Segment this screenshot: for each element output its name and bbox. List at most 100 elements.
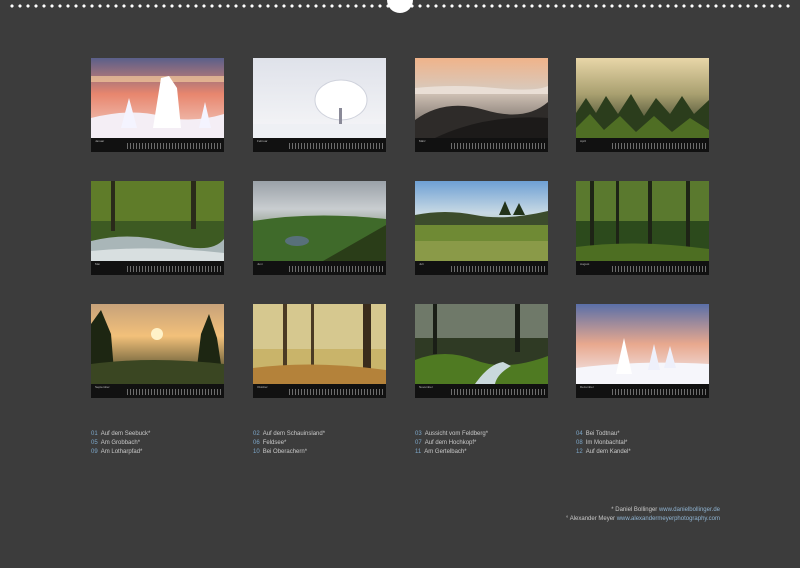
month-label: Dezember — [580, 385, 594, 389]
caption-text: Bei Oberachern* — [262, 449, 308, 455]
month-tile-january[interactable]: Januar — [91, 58, 224, 152]
credit-url-link[interactable]: www.danielbollinger.de — [659, 507, 720, 513]
caption-number: 06 — [253, 440, 260, 446]
caption-line: 07 Auf dem Hochkopf* — [415, 439, 565, 448]
photo-credits: * Daniel Bollinger www.danielbollinger.d… — [566, 506, 720, 524]
photo-march — [415, 58, 548, 138]
calendar-strip-september: September — [91, 384, 224, 398]
month-tile-june[interactable]: Juni — [253, 181, 386, 275]
caption-number: 09 — [91, 449, 98, 455]
month-tile-september[interactable]: September — [91, 304, 224, 398]
caption-text: Feldsee* — [262, 440, 287, 446]
calendar-strip-november: November — [415, 384, 548, 398]
caption-line: 10 Bei Oberachern* — [253, 448, 403, 457]
month-label: August — [580, 262, 590, 266]
calendar-strip-march: März — [415, 138, 548, 152]
day-row — [612, 389, 706, 395]
photo-august — [576, 181, 709, 261]
caption-line: 09 Am Lotharpfad* — [91, 448, 241, 457]
caption-number: 02 — [253, 431, 260, 437]
caption-line: 04 Bei Todtnau* — [576, 430, 726, 439]
month-tile-may[interactable]: Mai — [91, 181, 224, 275]
day-row — [612, 143, 706, 149]
photo-september — [91, 304, 224, 384]
calendar-binding — [0, 0, 800, 13]
caption-text: Im Monbachtal* — [585, 440, 628, 446]
caption-number: 11 — [415, 449, 422, 455]
month-tile-august[interactable]: August — [576, 181, 709, 275]
caption-column-3: 03 Aussicht vom Feldberg* 07 Auf dem Hochk… — [415, 430, 565, 457]
photo-june — [253, 181, 386, 261]
month-label: November — [419, 385, 433, 389]
caption-number: 01 — [91, 431, 98, 437]
day-row — [451, 389, 545, 395]
photo-january — [91, 58, 224, 138]
caption-line: 06 Feldsee* — [253, 439, 403, 448]
caption-number: 04 — [576, 431, 583, 437]
month-tile-march[interactable]: März — [415, 58, 548, 152]
calendar-strip-october: Oktober — [253, 384, 386, 398]
photo-april — [576, 58, 709, 138]
credit-name: ° Alexander Meyer — [565, 516, 616, 522]
caption-number: 03 — [415, 431, 422, 437]
day-row — [289, 266, 383, 272]
day-row — [451, 266, 545, 272]
caption-line: 08 Im Monbachtal* — [576, 439, 726, 448]
credit-line: ° Alexander Meyer www.alexandermeyerphot… — [566, 515, 720, 524]
caption-text: Am Gertelbach* — [424, 449, 467, 455]
calendar-strip-february: Februar — [253, 138, 386, 152]
month-label: Februar — [257, 139, 268, 143]
photo-october — [253, 304, 386, 384]
day-row — [127, 389, 221, 395]
caption-column-2: 02 Auf dem Schauinsland* 06 Feldsee* 10 Bei… — [253, 430, 403, 457]
caption-number: 12 — [576, 449, 583, 455]
month-label: September — [95, 385, 110, 389]
month-tile-october[interactable]: Oktober — [253, 304, 386, 398]
caption-line: 05 Am Grobbach* — [91, 439, 241, 448]
month-tile-december[interactable]: Dezember — [576, 304, 709, 398]
caption-text: Am Grobbach* — [100, 440, 141, 446]
calendar-strip-december: Dezember — [576, 384, 709, 398]
caption-line: 03 Aussicht vom Feldberg* — [415, 430, 565, 439]
calendar-strip-august: August — [576, 261, 709, 275]
caption-column-1: 01 Auf dem Seebuck* 05 Am Grobbach* 09 Am L… — [91, 430, 241, 457]
caption-text: Auf dem Kandel* — [585, 449, 631, 455]
month-tile-february[interactable]: Februar — [253, 58, 386, 152]
month-label: Juli — [419, 262, 424, 266]
caption-number: 08 — [576, 440, 583, 446]
hanger-hole — [387, 0, 413, 13]
calendar-strip-july: Juli — [415, 261, 548, 275]
caption-text: Aussicht vom Feldberg* — [424, 431, 489, 437]
month-label: Mai — [95, 262, 100, 266]
calendar-strip-may: Mai — [91, 261, 224, 275]
caption-text: Auf dem Schauinsland* — [262, 431, 326, 437]
caption-line: 01 Auf dem Seebuck* — [91, 430, 241, 439]
photo-december — [576, 304, 709, 384]
credit-name: * Daniel Bollinger — [611, 507, 658, 513]
caption-number: 05 — [91, 440, 98, 446]
month-tile-november[interactable]: November — [415, 304, 548, 398]
day-row — [289, 143, 383, 149]
calendar-strip-april: April — [576, 138, 709, 152]
caption-number: 10 — [253, 449, 260, 455]
day-row — [612, 266, 706, 272]
month-label: März — [419, 139, 426, 143]
credit-url-link[interactable]: www.alexandermeyerphotography.com — [617, 516, 720, 522]
month-tile-july[interactable]: Juli — [415, 181, 548, 275]
day-row — [289, 389, 383, 395]
month-tile-april[interactable]: April — [576, 58, 709, 152]
caption-text: Auf dem Hochkopf* — [424, 440, 477, 446]
photo-february — [253, 58, 386, 138]
caption-number: 07 — [415, 440, 422, 446]
caption-column-4: 04 Bei Todtnau* 08 Im Monbachtal* 12 Auf de… — [576, 430, 726, 457]
calendar-strip-june: Juni — [253, 261, 386, 275]
day-row — [127, 266, 221, 272]
day-row — [127, 143, 221, 149]
caption-text: Bei Todtnau* — [585, 431, 620, 437]
caption-line: 02 Auf dem Schauinsland* — [253, 430, 403, 439]
month-label: April — [580, 139, 587, 143]
caption-line: 11 Am Gertelbach* — [415, 448, 565, 457]
credit-line: * Daniel Bollinger www.danielbollinger.d… — [566, 506, 720, 515]
month-label: Oktober — [257, 385, 268, 389]
caption-text: Auf dem Seebuck* — [100, 431, 151, 437]
